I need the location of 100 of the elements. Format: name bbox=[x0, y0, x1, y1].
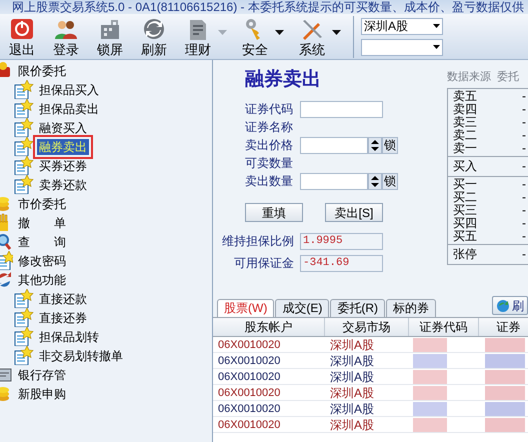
tree-item[interactable]: 直接还款 bbox=[37, 290, 89, 306]
quote-label: 买四 bbox=[453, 217, 477, 230]
input-field[interactable] bbox=[300, 136, 368, 154]
stat-label: 维持担保比例 bbox=[221, 233, 295, 250]
quote-value: - bbox=[522, 191, 527, 204]
tree-item[interactable]: 担保品买入 bbox=[37, 82, 101, 98]
tree-item[interactable]: 撤 单 bbox=[16, 214, 68, 230]
quote-value: - bbox=[522, 178, 527, 191]
tree-item[interactable]: 查 询 bbox=[16, 234, 68, 250]
blurred-text bbox=[413, 354, 447, 368]
table-cell-text: 06X0010020 bbox=[217, 418, 282, 432]
tree-item[interactable]: 银行存管 bbox=[16, 366, 68, 382]
form-title: 融券卖出 bbox=[245, 68, 322, 92]
blurred-text bbox=[413, 402, 447, 416]
tree-item[interactable]: 买券还券 bbox=[37, 158, 89, 174]
blurred-text bbox=[485, 402, 525, 416]
caret-icon bbox=[433, 24, 440, 28]
blurred-text bbox=[413, 386, 447, 400]
tree-item[interactable]: 融资买入 bbox=[37, 120, 89, 136]
toolbar-button[interactable]: 锁屏 bbox=[88, 18, 132, 59]
column-header: 交易市场 bbox=[325, 318, 409, 336]
quote-value: - bbox=[522, 248, 527, 261]
tree-item[interactable]: 其他功能 bbox=[16, 272, 68, 288]
column-header: 数据来源 bbox=[447, 70, 491, 84]
input-field[interactable] bbox=[300, 100, 383, 118]
note-star-icon bbox=[14, 175, 34, 194]
spinner-icon[interactable] bbox=[368, 136, 382, 154]
tab[interactable]: 股票(W) bbox=[217, 299, 274, 317]
note-star-icon bbox=[14, 289, 34, 308]
tree-item[interactable]: 融券卖出 bbox=[37, 138, 89, 154]
window-title: 网上股票交易系统5.0 - 0A1(81106615216) - 本委托系统提示的可买数量、成本价、盈亏数据仅供 bbox=[0, 0, 528, 14]
note-star-icon bbox=[14, 156, 34, 175]
table-cell-text: 06X0010020 bbox=[217, 402, 282, 416]
table-cell-text: 深圳A股 bbox=[329, 401, 376, 416]
table-cell-text: 深圳A股 bbox=[329, 369, 376, 384]
lock-button[interactable]: 锁 bbox=[382, 136, 398, 154]
spinner-icon[interactable] bbox=[368, 172, 382, 190]
column-header: 股东帐户 bbox=[213, 318, 325, 336]
account-dropdown[interactable] bbox=[361, 38, 443, 56]
note-star-icon bbox=[14, 137, 34, 156]
tree-item[interactable]: 市价委托 bbox=[16, 196, 68, 212]
quote-label: 买一 bbox=[453, 178, 477, 191]
field-label: 可卖数量 bbox=[245, 155, 294, 172]
field-label: 证券代码 bbox=[245, 101, 294, 118]
tree-item[interactable]: 直接还券 bbox=[37, 310, 89, 326]
quote-value: - bbox=[522, 142, 527, 155]
lock-button[interactable]: 锁 bbox=[382, 172, 398, 190]
toolbar-button[interactable]: 刷新 bbox=[132, 18, 176, 59]
toolbar-button[interactable]: 理财 bbox=[176, 18, 220, 59]
table-cell-text: 深圳A股 bbox=[329, 337, 376, 352]
blurred-text bbox=[413, 370, 447, 384]
table-cell-text: 06X0010020 bbox=[217, 354, 282, 368]
input-field[interactable] bbox=[300, 172, 368, 190]
quote-label: 卖五 bbox=[453, 90, 477, 103]
toolbar-button[interactable]: 登录 bbox=[44, 18, 88, 59]
toolbar-button[interactable]: 安全 bbox=[233, 18, 277, 59]
market-dropdown[interactable]: 深圳A股 bbox=[361, 18, 443, 34]
form-button[interactable]: 卖出[S] bbox=[325, 203, 383, 222]
table-cell-text: 06X0010020 bbox=[217, 386, 282, 400]
blurred-text bbox=[485, 354, 525, 368]
table-cell-text: 深圳A股 bbox=[329, 385, 376, 400]
column-header: 委托 bbox=[497, 70, 519, 84]
tree-item[interactable]: 修改密码 bbox=[16, 252, 68, 268]
column-header: 证券 bbox=[479, 318, 528, 336]
note-star-icon bbox=[14, 118, 34, 137]
quote-value: - bbox=[522, 217, 527, 230]
power-icon bbox=[10, 18, 34, 40]
form-button[interactable]: 重填 bbox=[245, 203, 303, 222]
quote-label: 买五 bbox=[453, 230, 477, 243]
tree-item[interactable]: 担保品划转 bbox=[37, 328, 101, 344]
note-star-icon bbox=[14, 80, 34, 99]
lock-icon bbox=[98, 18, 122, 40]
tree-item[interactable]: 新股申购 bbox=[16, 386, 68, 402]
tree-item[interactable]: 限价委托 bbox=[16, 62, 68, 78]
tree-item[interactable]: 卖券还款 bbox=[37, 176, 89, 192]
note-star-icon bbox=[14, 346, 34, 365]
stat-label: 可用保证金 bbox=[233, 255, 295, 272]
quote-label: 买二 bbox=[453, 191, 477, 204]
stat-field: -341.69 bbox=[300, 254, 383, 272]
tab[interactable]: 委托(R) bbox=[330, 299, 385, 317]
quote-label: 卖二 bbox=[453, 129, 477, 142]
tree-item[interactable]: 担保品卖出 bbox=[37, 100, 101, 116]
toolbar-button[interactable]: 系统 bbox=[290, 18, 334, 59]
tree-item[interactable]: 非交易划转撤单 bbox=[37, 348, 125, 364]
blurred-text bbox=[485, 386, 525, 400]
tab[interactable]: 标的券 bbox=[386, 299, 436, 317]
quote-value: - bbox=[522, 116, 527, 129]
refresh-icon bbox=[496, 298, 510, 312]
quote-label: 卖三 bbox=[453, 116, 477, 129]
refresh-button[interactable]: 刷 bbox=[492, 296, 528, 315]
field-label: 卖出价格 bbox=[245, 137, 294, 154]
note-star-icon bbox=[0, 251, 13, 270]
tab[interactable]: 成交(E) bbox=[275, 299, 330, 317]
column-header: 证券代码 bbox=[409, 318, 479, 336]
note-star-icon bbox=[14, 99, 34, 118]
users-icon bbox=[54, 18, 78, 40]
toolbar-button[interactable]: 退出 bbox=[0, 18, 44, 59]
quote-label: 买三 bbox=[453, 204, 477, 217]
blurred-text bbox=[413, 418, 447, 432]
refresh-icon bbox=[142, 18, 166, 40]
